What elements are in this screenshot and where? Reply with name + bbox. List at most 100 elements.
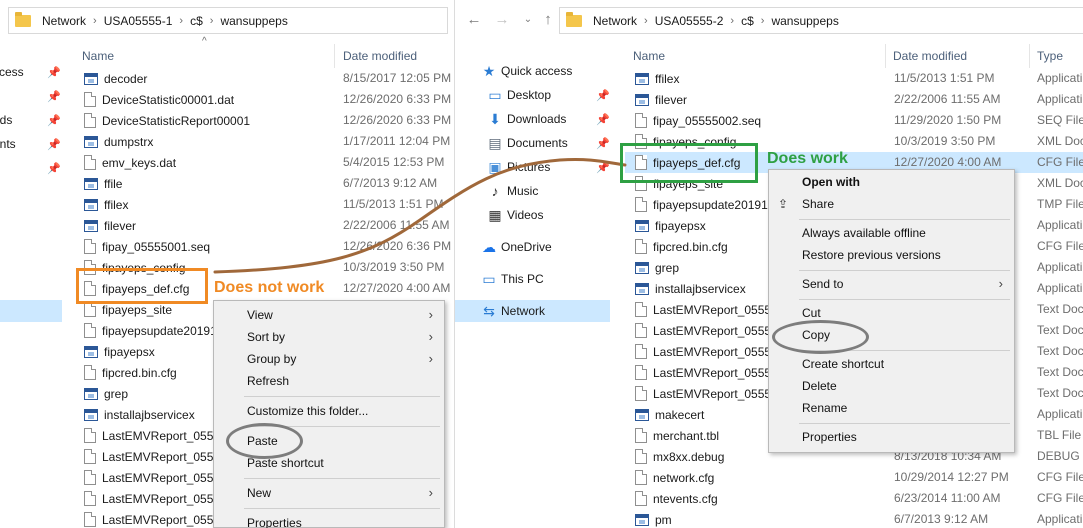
menu-item-group-by[interactable]: Group by › (215, 348, 443, 370)
submenu-arrow-icon: › (998, 276, 1003, 291)
menu-item-create-shortcut[interactable]: Create shortcut (770, 353, 1013, 375)
file-row-filever[interactable]: filever 2/22/2006 11:55 AM (84, 215, 454, 236)
pin-icon[interactable]: 📌 (596, 113, 610, 126)
menu-item-new[interactable]: New › (215, 482, 443, 504)
nav-item-desktop[interactable]: ▭ Desktop 📌 (455, 84, 610, 106)
menu-item-rename[interactable]: Rename (770, 397, 1013, 419)
nav-item[interactable]: ads 📌 (0, 109, 62, 131)
file-row-decoder[interactable]: decoder 8/15/2017 12:05 PM (84, 68, 454, 89)
pin-icon[interactable]: 📌 (47, 138, 61, 151)
menu-divider (244, 508, 440, 509)
star-icon: ★ (482, 62, 496, 79)
menu-item-always-available-offline[interactable]: Always available offline (770, 222, 1013, 244)
file-icon (84, 470, 96, 485)
file-row-dumpstrx[interactable]: dumpstrx 1/17/2011 12:04 PM (84, 131, 454, 152)
forward-arrow-icon[interactable]: → (493, 9, 511, 31)
chevron-right-icon[interactable]: › (726, 15, 738, 27)
file-row-ffilex[interactable]: ffilex 11/5/2013 1:51 PM Applicati (635, 68, 1083, 89)
file-icon (635, 449, 647, 464)
nav-item-label: Downloads (507, 112, 567, 126)
file-icon (84, 92, 96, 107)
nav-item[interactable]: 📌 (0, 157, 62, 179)
file-row-pm[interactable]: pm 6/7/2013 9:12 AM Applicati (635, 509, 1083, 528)
file-row-devicestatisticreport00001[interactable]: DeviceStatisticReport00001 12/26/2020 6:3… (84, 110, 454, 131)
back-arrow-icon[interactable]: ← (465, 9, 483, 31)
menu-item-customize-this-folder[interactable]: Customize this folder... (215, 400, 443, 422)
file-row-ffile[interactable]: ffile 6/7/2013 9:12 AM (84, 173, 454, 194)
nav-item-downloads[interactable]: ⬇ Downloads 📌 (455, 108, 610, 130)
nav-item[interactable]: 📌 (0, 85, 62, 107)
nav-item-quick-access[interactable]: ★ Quick access (455, 60, 610, 82)
column-header-date[interactable]: Date modified (887, 44, 1029, 68)
folder-context-menu: View › Sort by › Group by › Refresh Customize t… (213, 300, 445, 528)
column-header-date[interactable]: Date modified (336, 44, 454, 68)
menu-item-share[interactable]: ⇪ Share (770, 193, 1013, 215)
nav-item-videos[interactable]: ▦ Videos (455, 204, 610, 226)
breadcrumb-host[interactable]: USA05555-2 (652, 14, 727, 28)
nav-item-this-pc[interactable]: ▭ This PC (455, 268, 610, 290)
breadcrumb-network[interactable]: Network (590, 14, 640, 28)
chevron-right-icon[interactable]: › (640, 15, 652, 27)
column-header-type[interactable]: Type (1031, 44, 1083, 68)
breadcrumb-share[interactable]: c$ (738, 14, 757, 28)
nav-item-selected[interactable] (0, 300, 62, 322)
file-row-fipay-05555002-seq[interactable]: fipay_05555002.seq 11/29/2020 1:50 PM SEQ … (635, 110, 1083, 131)
column-divider[interactable] (334, 44, 335, 68)
pin-icon[interactable]: 📌 (596, 161, 610, 174)
nav-item-pictures[interactable]: ▣ Pictures 📌 (455, 156, 610, 178)
file-row-devicestatistic00001-dat[interactable]: DeviceStatistic00001.dat 12/26/2020 6:33 … (84, 89, 454, 110)
nav-item-onedrive[interactable]: ☁ OneDrive (455, 236, 610, 258)
breadcrumb-host[interactable]: USA05555-1 (101, 14, 176, 28)
nav-item-documents[interactable]: ▤ Documents 📌 (455, 132, 610, 154)
address-bar[interactable]: Network › USA05555-1 › c$ › wansuppeps (8, 7, 448, 34)
up-arrow-icon[interactable]: ↑ (539, 9, 557, 31)
application-icon (84, 387, 98, 400)
breadcrumb-folder[interactable]: wansuppeps (768, 14, 841, 28)
pin-icon[interactable]: 📌 (47, 66, 61, 79)
pin-icon[interactable]: 📌 (47, 162, 61, 175)
file-row-network-cfg[interactable]: network.cfg 10/29/2014 12:27 PM CFG File (635, 467, 1083, 488)
breadcrumb-folder[interactable]: wansuppeps (217, 14, 290, 28)
menu-item-sort-by[interactable]: Sort by › (215, 326, 443, 348)
file-row-ffilex[interactable]: ffilex 11/5/2013 1:51 PM (84, 194, 454, 215)
nav-item[interactable]: ents 📌 (0, 133, 62, 155)
file-name: LastEMVReport_0555 (102, 491, 221, 506)
chevron-right-icon[interactable]: › (175, 15, 187, 27)
chevron-right-icon[interactable]: › (206, 15, 218, 27)
column-header-name[interactable]: Name (76, 44, 334, 68)
menu-item-open-with[interactable]: Open with (770, 171, 1013, 193)
menu-item-delete[interactable]: Delete (770, 375, 1013, 397)
pin-icon[interactable]: 📌 (47, 90, 61, 103)
menu-item-send-to[interactable]: Send to › (770, 273, 1013, 295)
menu-item-restore-previous-versions[interactable]: Restore previous versions (770, 244, 1013, 266)
address-bar[interactable]: Network › USA05555-2 › c$ › wansuppeps (559, 7, 1083, 34)
menu-item-label: Create shortcut (802, 357, 885, 371)
column-header-name[interactable]: Name (627, 44, 885, 68)
nav-item[interactable]: ccess 📌 (0, 61, 62, 83)
nav-item-network[interactable]: ⇆ Network (455, 300, 610, 322)
menu-item-view[interactable]: View › (215, 304, 443, 326)
file-type: Applicati (1037, 260, 1083, 274)
pin-icon[interactable]: 📌 (47, 114, 61, 127)
column-divider[interactable] (1029, 44, 1030, 68)
breadcrumb-share[interactable]: c$ (187, 14, 206, 28)
chevron-right-icon[interactable]: › (89, 15, 101, 27)
menu-item-properties[interactable]: Properties (770, 426, 1013, 448)
breadcrumb-network[interactable]: Network (39, 14, 89, 28)
pin-icon[interactable]: 📌 (596, 137, 610, 150)
file-type: Applicati (1037, 71, 1083, 85)
menu-item-properties[interactable]: Properties (215, 512, 443, 528)
file-row-emv-keys-dat[interactable]: emv_keys.dat 5/4/2015 12:53 PM (84, 152, 454, 173)
recent-locations-chevron-icon[interactable]: ⌄ (519, 9, 537, 31)
pin-icon[interactable]: 📌 (596, 89, 610, 102)
menu-item-refresh[interactable]: Refresh (215, 370, 443, 392)
file-row-ntevents-cfg[interactable]: ntevents.cfg 6/23/2014 11:00 AM CFG File (635, 488, 1083, 509)
file-row-fipay-05555001-seq[interactable]: fipay_05555001.seq 12/26/2020 6:36 PM (84, 236, 454, 257)
file-name: ffilex (104, 197, 129, 212)
chevron-right-icon[interactable]: › (757, 15, 769, 27)
column-divider[interactable] (885, 44, 886, 68)
file-row-filever[interactable]: filever 2/22/2006 11:55 AM Applicati (635, 89, 1083, 110)
file-type: Text Doc (1037, 386, 1083, 400)
file-type: Text Doc (1037, 344, 1083, 358)
nav-item-music[interactable]: ♪ Music (455, 180, 610, 202)
